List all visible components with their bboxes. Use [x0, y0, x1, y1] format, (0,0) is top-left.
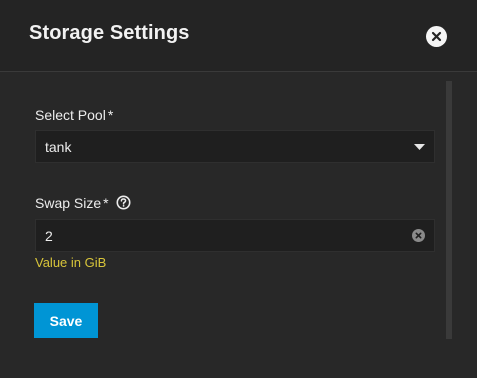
- select-pool-value: tank: [45, 139, 72, 155]
- dialog-title: Storage Settings: [29, 22, 190, 44]
- dialog-content: Select Pool * tank Swap Size * 2 Value i…: [0, 73, 477, 378]
- select-pool-label: Select Pool *: [35, 107, 113, 123]
- swap-size-label-text: Swap Size: [35, 195, 102, 211]
- required-mark: *: [103, 195, 109, 211]
- swap-size-hint: Value in GiB: [35, 255, 107, 270]
- select-pool-label-text: Select Pool: [35, 107, 106, 123]
- select-pool-dropdown[interactable]: tank: [35, 130, 435, 163]
- storage-settings-dialog: Storage Settings Select Pool * tank Swap …: [0, 0, 477, 378]
- swap-size-value: 2: [45, 228, 53, 244]
- save-button[interactable]: Save: [34, 303, 98, 338]
- scrollbar-thumb[interactable]: [446, 81, 452, 339]
- swap-size-input[interactable]: 2: [35, 219, 435, 252]
- chevron-down-icon: [414, 144, 425, 150]
- close-icon[interactable]: [426, 26, 447, 47]
- required-mark: *: [107, 107, 114, 123]
- swap-size-label: Swap Size *: [35, 195, 109, 211]
- scrollbar-track[interactable]: [446, 81, 452, 339]
- help-icon[interactable]: [116, 195, 131, 210]
- clear-icon[interactable]: [412, 229, 425, 242]
- dialog-header: Storage Settings: [0, 0, 477, 72]
